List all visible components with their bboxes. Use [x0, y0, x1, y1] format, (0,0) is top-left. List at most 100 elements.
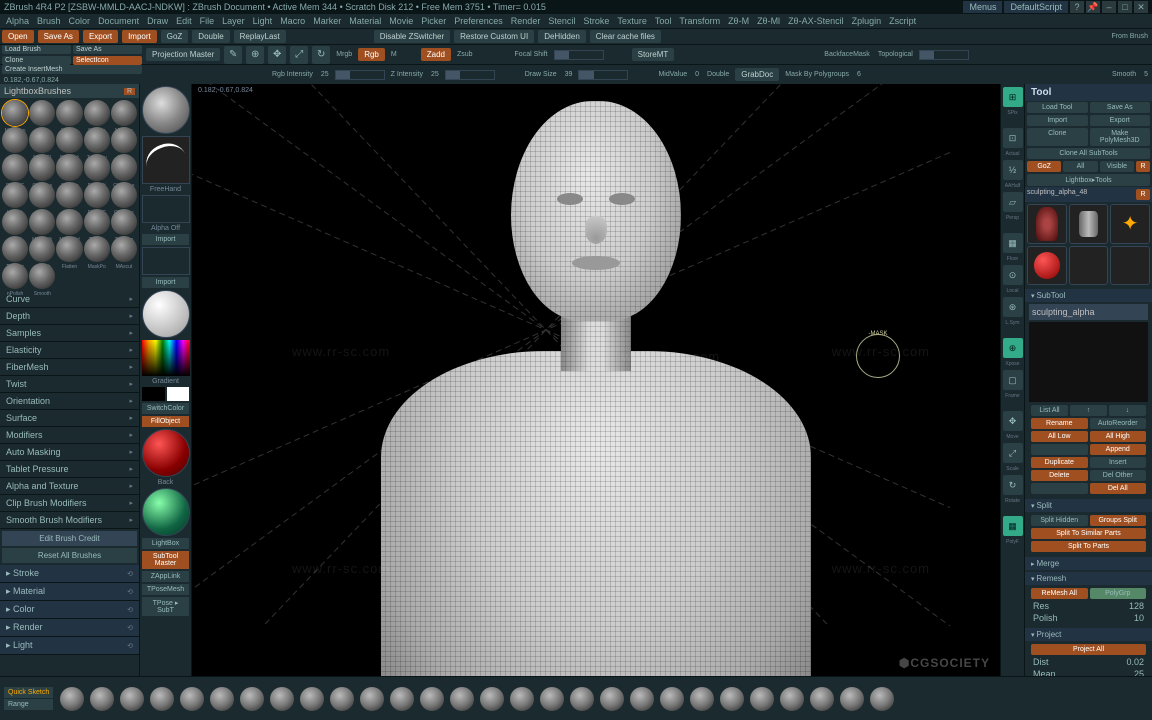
fibermesh-section[interactable]: FiberMesh▸: [0, 359, 139, 376]
visible-button[interactable]: Visible: [1100, 161, 1134, 172]
brush-spiral[interactable]: Spiral: [2, 209, 28, 235]
menu-tool[interactable]: Tool: [655, 16, 672, 26]
color-header[interactable]: ▸ Color⟲: [0, 601, 139, 619]
switchcolor-button[interactable]: SwitchColor: [142, 403, 189, 414]
automasking-section[interactable]: Auto Masking▸: [0, 444, 139, 461]
r-button[interactable]: R: [1136, 161, 1150, 172]
project-all-button[interactable]: Project All: [1031, 644, 1146, 655]
tool-thumb-5[interactable]: [1069, 246, 1109, 286]
close-icon[interactable]: ✕: [1134, 1, 1148, 13]
menu-color[interactable]: Color: [69, 16, 91, 26]
m-label[interactable]: M: [389, 51, 399, 58]
double-button[interactable]: Double: [192, 30, 229, 43]
create-insertmesh-button[interactable]: Create InsertMesh: [2, 65, 142, 74]
reset-brushes-button[interactable]: Reset All Brushes: [2, 548, 137, 563]
brush-move[interactable]: Move: [56, 182, 82, 208]
double2-label[interactable]: Double: [705, 71, 731, 78]
depth-section[interactable]: Depth▸: [0, 308, 139, 325]
rotate-tool-icon[interactable]: ↻: [312, 46, 330, 64]
brush-move[interactable]: Move: [2, 127, 28, 153]
merge-section[interactable]: Merge: [1025, 557, 1152, 570]
shelf-brush-flatten[interactable]: Flatten: [390, 687, 414, 711]
brush-qremes[interactable]: QRemes: [111, 182, 137, 208]
backface-label[interactable]: BackfaceMask: [822, 51, 872, 58]
shelf-brush-zmodlr[interactable]: ZModlr: [780, 687, 804, 711]
saveas-button[interactable]: Save As: [38, 30, 79, 43]
shelf-brush-moupuls[interactable]: MOupuls: [420, 687, 444, 711]
move-tool-icon[interactable]: ✥: [268, 46, 286, 64]
script-button[interactable]: DefaultScript: [1004, 1, 1068, 13]
brush-inflat[interactable]: Inflat: [29, 182, 55, 208]
brush-modifier[interactable]: Modifier: [111, 100, 137, 126]
brush-alt_fals[interactable]: Alt_Fals: [56, 154, 82, 180]
menu-material[interactable]: Material: [349, 16, 381, 26]
clone-button[interactable]: Clone: [2, 56, 71, 65]
tool-thumb-cylinder[interactable]: [1069, 204, 1109, 244]
clear-cache-button[interactable]: Clear cache files: [590, 30, 661, 43]
project-section[interactable]: Project: [1025, 628, 1152, 641]
import-alpha-button[interactable]: Import: [142, 234, 189, 245]
brush-npolish[interactable]: nPolish: [29, 236, 55, 262]
brush-masure[interactable]: Masure: [56, 100, 82, 126]
menu-file[interactable]: File: [200, 16, 215, 26]
zapplink-button[interactable]: ZAppLink: [142, 571, 189, 582]
loadtool-button[interactable]: Load Tool: [1027, 102, 1088, 113]
storemt-button[interactable]: StoreMT: [632, 48, 675, 61]
brush-topology[interactable]: Topology: [84, 127, 110, 153]
all-button[interactable]: All: [1063, 161, 1097, 172]
brush-claytube[interactable]: ClayTube: [111, 154, 137, 180]
menu-zplugin[interactable]: Zplugin: [852, 16, 882, 26]
shelf-brush-dam_st[interactable]: Dam_St: [300, 687, 324, 711]
brush-flatten[interactable]: Flatten: [56, 236, 82, 262]
green-ball-swatch[interactable]: [142, 488, 190, 536]
brush-hpolish[interactable]: hPolish: [2, 182, 28, 208]
menu-zscript[interactable]: Zscript: [889, 16, 916, 26]
menu-stroke[interactable]: Stroke: [583, 16, 609, 26]
nav-spix[interactable]: ⊞: [1003, 87, 1023, 107]
nav-persp[interactable]: ▱: [1003, 192, 1023, 212]
viewport[interactable]: 0.182,-0.67,0.824 www.rr-sc.com www.rr-s…: [192, 84, 1000, 676]
menu-macro[interactable]: Macro: [280, 16, 305, 26]
stroke-swatch[interactable]: [142, 136, 190, 184]
current-brush-swatch[interactable]: [142, 86, 190, 134]
split-similar-button[interactable]: Split To Similar Parts: [1031, 528, 1146, 539]
shelf-brush-snakehk[interactable]: Snakehk: [120, 687, 144, 711]
brush-trimdyn[interactable]: TrimDyn: [111, 209, 137, 235]
elasticity-section[interactable]: Elasticity▸: [0, 342, 139, 359]
topo-slider[interactable]: [919, 50, 969, 60]
polygrp-button[interactable]: PolyGrp: [1090, 588, 1147, 599]
shelf-brush-claybuild[interactable]: ClayBuild: [210, 687, 234, 711]
menu-picker[interactable]: Picker: [421, 16, 446, 26]
texture-swatch[interactable]: [142, 247, 190, 275]
brush-move[interactable]: Move: [111, 127, 137, 153]
rename-button[interactable]: Rename: [1031, 418, 1088, 429]
shelf-brush-spiral[interactable]: Spiral: [150, 687, 174, 711]
menu-render[interactable]: Render: [511, 16, 541, 26]
projection-master-button[interactable]: Projection Master: [146, 48, 220, 61]
loadbrush-button[interactable]: Load Brush: [2, 45, 71, 54]
subtool-item[interactable]: sculpting_alpha: [1032, 307, 1095, 317]
light-header[interactable]: ▸ Light⟲: [0, 637, 139, 655]
split-hidden-button[interactable]: Split Hidden: [1031, 515, 1088, 526]
help-icon[interactable]: ?: [1070, 1, 1084, 13]
shelf-brush-npolish[interactable]: nPolish: [750, 687, 774, 711]
shelf-brush-planarc[interactable]: PlanarC: [570, 687, 594, 711]
tool-thumb-body[interactable]: [1027, 204, 1067, 244]
disable-zswitcher-button[interactable]: Disable ZSwitcher: [374, 30, 450, 43]
all-high-button[interactable]: All High: [1090, 431, 1147, 442]
listall-button[interactable]: List All: [1031, 405, 1068, 416]
shelf-brush-insertsp[interactable]: InsertSp: [810, 687, 834, 711]
brush-maskpo[interactable]: MaskPo: [84, 236, 110, 262]
edit-brush-credit-button[interactable]: Edit Brush Credit: [2, 531, 137, 546]
export-button[interactable]: Export: [83, 30, 118, 43]
alphatex-section[interactable]: Alpha and Texture▸: [0, 478, 139, 495]
tool-thumb-sphere[interactable]: [1027, 246, 1067, 286]
clipmod-section[interactable]: Clip Brush Modifiers▸: [0, 495, 139, 512]
samples-section[interactable]: Samples▸: [0, 325, 139, 342]
all-low-button[interactable]: All Low: [1031, 431, 1088, 442]
smoothmod-section[interactable]: Smooth Brush Modifiers▸: [0, 512, 139, 529]
shelf-brush-npolish[interactable]: nPolish: [540, 687, 564, 711]
selecticon-button[interactable]: SelectIcon: [73, 56, 142, 65]
goz-button[interactable]: GoZ: [161, 30, 189, 43]
tablet-section[interactable]: Tablet Pressure▸: [0, 461, 139, 478]
